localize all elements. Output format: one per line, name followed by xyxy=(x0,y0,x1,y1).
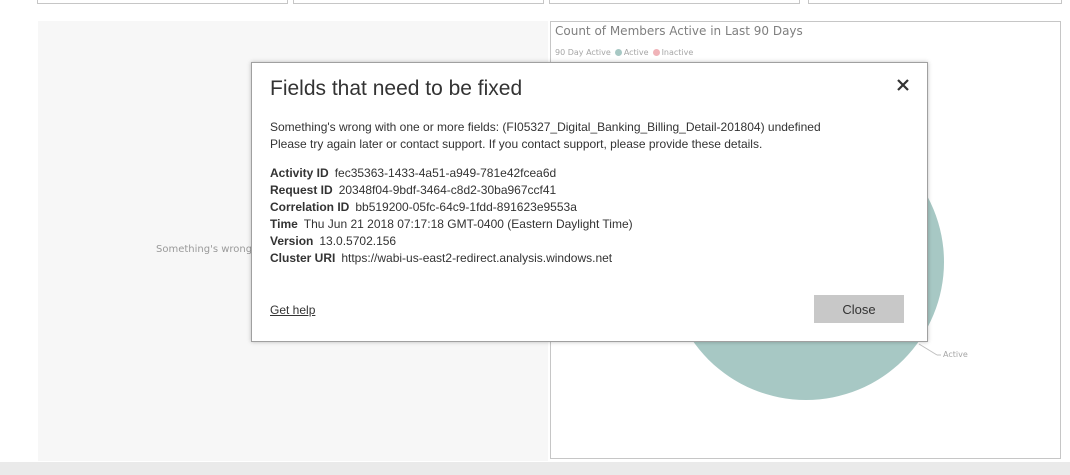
legend-item-active[interactable]: Active xyxy=(614,48,649,57)
detail-value: 20348f04-9bdf-3464-c8d2-30ba967ccf41 xyxy=(338,183,557,197)
detail-value: 13.0.5702.156 xyxy=(319,234,397,248)
detail-key: Activity ID xyxy=(270,166,329,180)
message-line-1: Something's wrong with one or more field… xyxy=(270,120,821,134)
error-dialog: Fields that need to be fixed Something's… xyxy=(251,62,928,342)
legend-dot-active xyxy=(614,49,622,56)
detail-key: Time xyxy=(270,217,298,231)
detail-value: Thu Jun 21 2018 07:17:18 GMT-0400 (Easte… xyxy=(303,217,633,231)
detail-key: Cluster URI xyxy=(270,251,336,265)
legend-label-inactive: Inactive xyxy=(661,48,694,57)
message-line-2: Please try again later or contact suppor… xyxy=(270,137,763,151)
detail-correlation-id: Correlation ID bb519200-05fc-64c9-1fdd-89… xyxy=(270,199,633,216)
slicer-4[interactable] xyxy=(808,0,1062,4)
legend-label-active: Active xyxy=(623,48,649,57)
detail-value: bb519200-05fc-64c9-1fdd-891623e9553a xyxy=(355,200,577,214)
chart-title: Count of Members Active in Last 90 Days xyxy=(555,24,803,38)
bottom-scroll-area xyxy=(0,462,1070,475)
get-help-link[interactable]: Get help xyxy=(270,303,315,317)
detail-activity-id: Activity ID fec35363-1433-4a51-a949-781e4… xyxy=(270,165,633,182)
slicer-3[interactable] xyxy=(549,0,800,4)
legend-item-inactive[interactable]: Inactive xyxy=(652,48,694,57)
close-icon[interactable] xyxy=(895,77,911,93)
detail-version: Version 13.0.5702.156 xyxy=(270,233,633,250)
detail-cluster-uri: Cluster URI https://wabi-us-east2-redirec… xyxy=(270,250,633,267)
detail-request-id: Request ID 20348f04-9bdf-3464-c8d2-30ba96… xyxy=(270,182,633,199)
dialog-title: Fields that need to be fixed xyxy=(270,77,523,100)
slicer-1[interactable] xyxy=(37,0,288,4)
detail-value: fec35363-1433-4a51-a949-781e42fcea6d xyxy=(334,166,557,180)
error-details: Activity ID fec35363-1433-4a51-a949-781e4… xyxy=(270,165,633,267)
dialog-message: Something's wrong with one or more field… xyxy=(270,119,821,153)
slice-leader-line xyxy=(918,343,938,356)
detail-key: Request ID xyxy=(270,183,333,197)
detail-time: Time Thu Jun 21 2018 07:17:18 GMT-0400 (E… xyxy=(270,216,633,233)
chart-legend: 90 Day Active Active Inactive xyxy=(555,48,693,57)
legend-title: 90 Day Active xyxy=(555,48,611,57)
legend-dot-inactive xyxy=(652,49,660,56)
detail-key: Version xyxy=(270,234,314,248)
close-button[interactable]: Close xyxy=(814,295,904,323)
slicer-2[interactable] xyxy=(293,0,544,4)
report-canvas: Something's wrong Count of Members Activ… xyxy=(0,0,1070,475)
slice-data-label: Active xyxy=(943,350,968,359)
detail-value: https://wabi-us-east2-redirect.analysis.… xyxy=(341,251,613,265)
detail-key: Correlation ID xyxy=(270,200,350,214)
visual-error-text: Something's wrong xyxy=(156,244,253,255)
